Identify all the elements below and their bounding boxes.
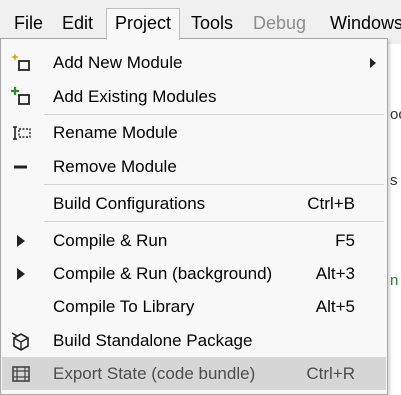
export-grid-icon bbox=[10, 363, 32, 385]
project-dropdown-menu: Add New Module Add Existing Modules Rena… bbox=[0, 38, 388, 395]
menu-item-compile-to-library[interactable]: Compile To Library Alt+5 bbox=[2, 290, 386, 323]
menu-item-export-state[interactable]: Export State (code bundle) Ctrl+R bbox=[2, 357, 386, 390]
menu-item-add-new-module[interactable]: Add New Module bbox=[2, 46, 386, 79]
background-text-fragment: n bbox=[390, 272, 399, 289]
menu-separator bbox=[44, 221, 384, 222]
menu-item-shortcut: Alt+3 bbox=[315, 264, 355, 283]
menu-item-shortcut: Alt+5 bbox=[315, 297, 355, 316]
play-icon bbox=[10, 230, 32, 252]
add-existing-modules-icon bbox=[10, 86, 32, 108]
menu-item-remove-module[interactable]: Remove Module bbox=[2, 150, 386, 183]
menu-item-shortcut: F5 bbox=[335, 231, 355, 250]
minus-icon bbox=[10, 156, 32, 178]
menu-item-rename-module[interactable]: Rename Module bbox=[2, 116, 386, 149]
menu-file[interactable]: File bbox=[6, 8, 51, 38]
background-text-fragment: s bbox=[390, 172, 398, 189]
menu-item-label: Rename Module bbox=[53, 123, 178, 142]
menu-item-label: Export State (code bundle) bbox=[53, 364, 256, 383]
menu-item-label: Compile & Run (background) bbox=[53, 264, 273, 283]
menu-item-shortcut: Ctrl+B bbox=[307, 194, 355, 213]
menu-item-add-existing-modules[interactable]: Add Existing Modules bbox=[2, 80, 386, 113]
menu-item-build-standalone-package[interactable]: Build Standalone Package bbox=[2, 324, 386, 357]
menu-item-label: Compile & Run bbox=[53, 231, 168, 250]
menu-debug[interactable]: Debug bbox=[245, 8, 314, 38]
play-icon bbox=[10, 263, 32, 285]
menu-item-label: Add New Module bbox=[53, 53, 183, 72]
menu-separator bbox=[44, 184, 384, 185]
background-editor-area: oc s n bbox=[388, 44, 401, 395]
menu-tools[interactable]: Tools bbox=[183, 8, 241, 38]
package-icon bbox=[10, 330, 32, 352]
add-new-module-icon bbox=[10, 52, 32, 74]
menu-windows[interactable]: Windows bbox=[322, 8, 401, 38]
menu-item-compile-run-background[interactable]: Compile & Run (background) Alt+3 bbox=[2, 257, 386, 290]
menu-separator bbox=[44, 114, 384, 115]
menu-item-label: Remove Module bbox=[53, 157, 177, 176]
menu-project[interactable]: Project bbox=[106, 8, 181, 40]
menu-item-build-configurations[interactable]: Build Configurations Ctrl+B bbox=[2, 187, 386, 220]
menu-item-label: Add Existing Modules bbox=[53, 87, 217, 106]
menu-edit[interactable]: Edit bbox=[54, 8, 101, 38]
menu-item-label: Compile To Library bbox=[53, 297, 195, 316]
menu-item-compile-run[interactable]: Compile & Run F5 bbox=[2, 224, 386, 257]
chevron-right-icon bbox=[370, 58, 376, 68]
rename-module-icon bbox=[10, 122, 32, 144]
menu-item-label: Build Standalone Package bbox=[53, 331, 253, 350]
menu-item-shortcut: Ctrl+R bbox=[306, 364, 355, 383]
menu-item-label: Build Configurations bbox=[53, 194, 206, 213]
background-text-fragment: oc bbox=[390, 106, 401, 123]
